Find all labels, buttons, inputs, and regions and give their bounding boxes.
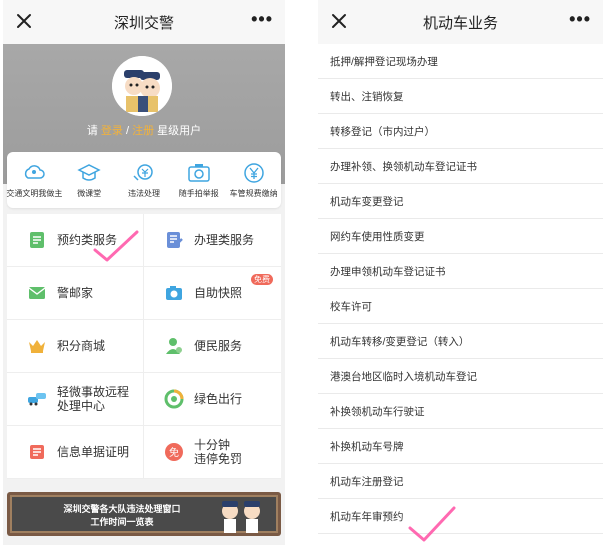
quick-microclass[interactable]: 微课堂 — [63, 162, 115, 199]
list-item[interactable]: 港澳台地区临时入境机动车登记 — [318, 359, 603, 394]
login-prefix: 请 — [86, 125, 98, 137]
quick-label: 违法处理 — [127, 188, 160, 198]
crown-icon — [29, 340, 45, 353]
page-title: 深圳交警 — [113, 14, 174, 32]
receipt-icon — [30, 445, 44, 459]
service-info-proof[interactable]: 信息单据证明 — [7, 426, 144, 479]
service-label: 十分钟 违停免罚 — [194, 438, 242, 466]
violation-window-banner[interactable]: 深圳交警各大队违法处理窗口 工作时间一览表 — [7, 492, 281, 536]
page-title: 机动车业务 — [422, 14, 498, 32]
list-item[interactable]: 转出、注销恢复 — [318, 79, 603, 114]
service-police-post[interactable]: 警邮家 — [7, 267, 144, 320]
camera-icon — [166, 286, 182, 300]
quick-civility[interactable]: 交通文明我做主 — [6, 162, 63, 199]
list-item[interactable]: 抵押/解押登记现场办理 — [318, 44, 603, 79]
service-accident-remote[interactable]: 轻微事故远程 处理中心 — [7, 373, 144, 426]
car-crash-icon — [28, 393, 46, 406]
close-icon[interactable] — [328, 10, 350, 32]
service-label: 积分商城 — [57, 339, 106, 353]
list-item[interactable]: 办理申领机动车登记证书 — [318, 254, 603, 289]
list-item[interactable]: 机动车注册登记 — [318, 464, 603, 499]
list-item[interactable]: 补换机动车号牌 — [318, 429, 603, 464]
more-menu-icon[interactable]: ••• — [569, 10, 591, 28]
quick-fees[interactable]: 车管规费缴纳 — [228, 162, 280, 199]
highlight-check-mark — [408, 506, 456, 542]
list-item[interactable]: 补换领机动车行驶证 — [318, 394, 603, 429]
hand-coin-icon — [133, 163, 153, 181]
service-label-line1: 轻微事故远程 — [57, 385, 130, 399]
service-label-line2: 违停免罚 — [194, 452, 243, 466]
list-item[interactable]: 网约车使用性质变更 — [318, 219, 603, 254]
service-label-line2: 处理中心 — [57, 399, 106, 413]
service-label: 办理类服务 — [194, 233, 255, 247]
person-icon — [166, 338, 182, 354]
login-prompt: 请 登录 / 注册 星级用户 — [3, 122, 285, 138]
document-icon — [30, 232, 44, 248]
service-label: 自助快照 — [194, 286, 243, 300]
quick-actions-bar: 交通文明我做主 微课堂 违法处理 随手拍举报 车管规费缴纳 — [6, 152, 281, 208]
camera-icon — [188, 163, 210, 182]
quick-label: 交通文明我做主 — [6, 188, 63, 198]
list-item[interactable]: 校车许可 — [318, 289, 603, 324]
banner-line1: 深圳交警各大队违法处理窗口 — [63, 504, 181, 514]
quick-report[interactable]: 随手拍举报 — [173, 162, 225, 199]
banner-text: 深圳交警各大队违法处理窗口 工作时间一览表 — [32, 503, 212, 529]
service-parking-pardon[interactable]: 免 十分钟 违停免罚 — [144, 426, 281, 479]
login-link[interactable]: 登录 — [101, 125, 123, 137]
list-item[interactable]: 办理补领、换领机动车登记证书 — [318, 149, 603, 184]
login-separator: / — [125, 125, 130, 137]
right-screen: 机动车业务 ••• 抵押/解押登记现场办理 转出、注销恢复 转移登记（市内过户）… — [318, 0, 603, 545]
quick-label: 车管规费缴纳 — [229, 188, 278, 198]
left-top-bar: 深圳交警 ••• — [3, 0, 285, 44]
service-label-line1: 十分钟 — [194, 438, 231, 452]
more-menu-icon[interactable]: ••• — [251, 10, 273, 28]
login-suffix: 星级用户 — [157, 125, 202, 137]
banner-board: 深圳交警各大队违法处理窗口 工作时间一览表 — [10, 495, 278, 533]
service-label: 轻微事故远程 处理中心 — [57, 385, 129, 413]
police-mascot-avatar — [112, 56, 172, 116]
right-top-bar: 机动车业务 ••• — [318, 0, 603, 44]
cloud-person-icon — [25, 164, 46, 179]
pardon-icon-text: 免 — [169, 446, 179, 459]
police-mascot-small — [222, 501, 260, 533]
graduation-cap-icon — [77, 163, 101, 181]
list-item[interactable]: 机动车转移/变更登记（转入） — [318, 324, 603, 359]
envelope-icon — [28, 287, 46, 299]
register-link[interactable]: 注册 — [132, 125, 154, 137]
vehicle-service-list: 抵押/解押登记现场办理 转出、注销恢复 转移登记（市内过户） 办理补领、换领机动… — [318, 44, 603, 534]
list-item[interactable]: 转移登记（市内过户） — [318, 114, 603, 149]
services-grid: 预约类服务 办理类服务 警邮家 自助快照 免费 积分商城 便民服务 轻微事故远程… — [7, 214, 281, 479]
service-self-photo[interactable]: 自助快照 免费 — [144, 267, 281, 320]
list-item[interactable]: 机动车年审预约 — [318, 499, 603, 534]
edit-list-icon — [167, 232, 183, 248]
highlight-check-mark — [93, 230, 139, 262]
quick-label: 随手拍举报 — [178, 188, 219, 198]
quick-label: 微课堂 — [77, 188, 102, 198]
left-screen: 深圳交警 ••• 请 登录 / 注册 星级用户 交通文明我做主 微课堂 违法处理… — [3, 0, 285, 545]
no-parking-icon: 免 — [165, 443, 183, 461]
yen-icon — [243, 162, 264, 183]
quick-violation[interactable]: 违法处理 — [118, 162, 170, 199]
service-label: 信息单据证明 — [57, 445, 130, 459]
service-label: 绿色出行 — [194, 392, 243, 406]
banner-line2: 工作时间一览表 — [90, 517, 154, 527]
service-label: 警邮家 — [57, 286, 94, 300]
service-points-mall[interactable]: 积分商城 — [7, 320, 144, 373]
service-label: 便民服务 — [194, 339, 243, 353]
service-green-travel[interactable]: 绿色出行 — [144, 373, 281, 426]
recycle-icon — [164, 389, 184, 409]
free-badge: 免费 — [251, 274, 273, 285]
close-icon[interactable] — [13, 10, 35, 32]
service-processing[interactable]: 办理类服务 — [144, 214, 281, 267]
list-item[interactable]: 机动车变更登记 — [318, 184, 603, 219]
service-convenience[interactable]: 便民服务 — [144, 320, 281, 373]
